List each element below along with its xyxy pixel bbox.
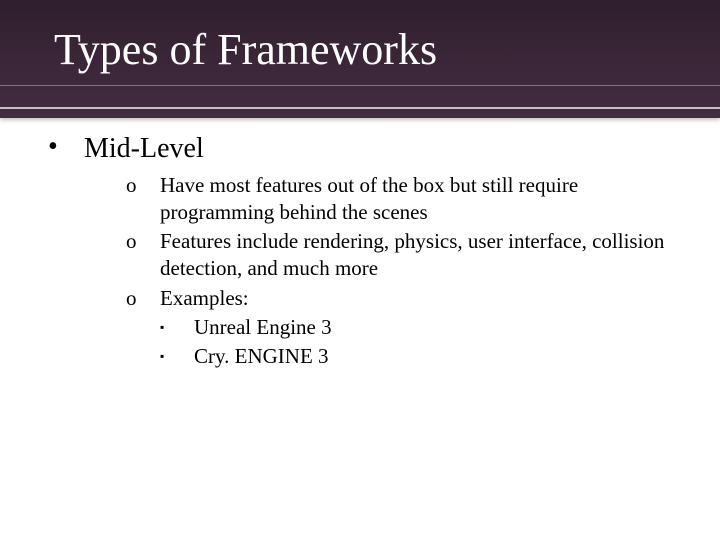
bullet-level1: • Mid-Level [48, 132, 680, 166]
list-item-text: Have most features out of the box but st… [160, 172, 680, 227]
circle-marker-icon: o [126, 228, 160, 283]
list-item: o Features include rendering, physics, u… [126, 228, 680, 283]
bullet-text: Mid-Level [84, 132, 204, 166]
list-item: ▪ Cry. ENGINE 3 [160, 343, 680, 370]
header-rule-thin [0, 85, 720, 86]
square-marker-icon: ▪ [160, 349, 194, 376]
list-item-text: Cry. ENGINE 3 [194, 343, 680, 370]
list-item: o Have most features out of the box but … [126, 172, 680, 227]
bullet-dot-icon: • [48, 141, 84, 152]
circle-marker-icon: o [126, 285, 160, 312]
list-item: ▪ Unreal Engine 3 [160, 314, 680, 341]
circle-marker-icon: o [126, 172, 160, 227]
slide-title: Types of Frameworks [54, 24, 437, 75]
list-item-text: Features include rendering, physics, use… [160, 228, 680, 283]
content-area: • Mid-Level o Have most features out of … [48, 132, 680, 373]
list-item-text: Unreal Engine 3 [194, 314, 680, 341]
header-rule-thick [0, 107, 720, 109]
list-item-text: Examples: [160, 285, 680, 312]
list-item: o Examples: [126, 285, 680, 312]
square-marker-icon: ▪ [160, 320, 194, 347]
sublist: o Have most features out of the box but … [126, 172, 680, 371]
